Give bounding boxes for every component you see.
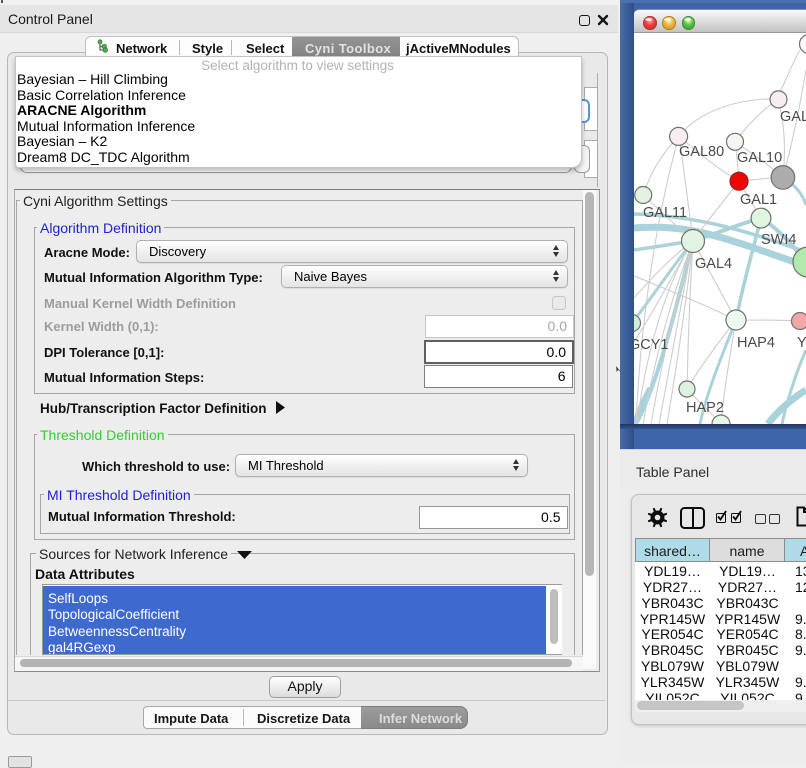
- svg-text:GAL10: GAL10: [737, 150, 782, 166]
- svg-text:SWI4: SWI4: [761, 232, 796, 248]
- svg-text:GAL1: GAL1: [740, 192, 777, 208]
- svg-text:HAP2: HAP2: [686, 400, 724, 416]
- svg-text:HAP4: HAP4: [737, 335, 775, 351]
- svg-text:Y: Y: [797, 335, 806, 351]
- svg-text:GCY1: GCY1: [634, 337, 669, 353]
- svg-text:GAL11: GAL11: [643, 205, 687, 221]
- svg-text:GAL80: GAL80: [679, 144, 724, 160]
- svg-text:GAL4: GAL4: [695, 256, 732, 272]
- svg-text:GAL2: GAL2: [780, 109, 806, 125]
